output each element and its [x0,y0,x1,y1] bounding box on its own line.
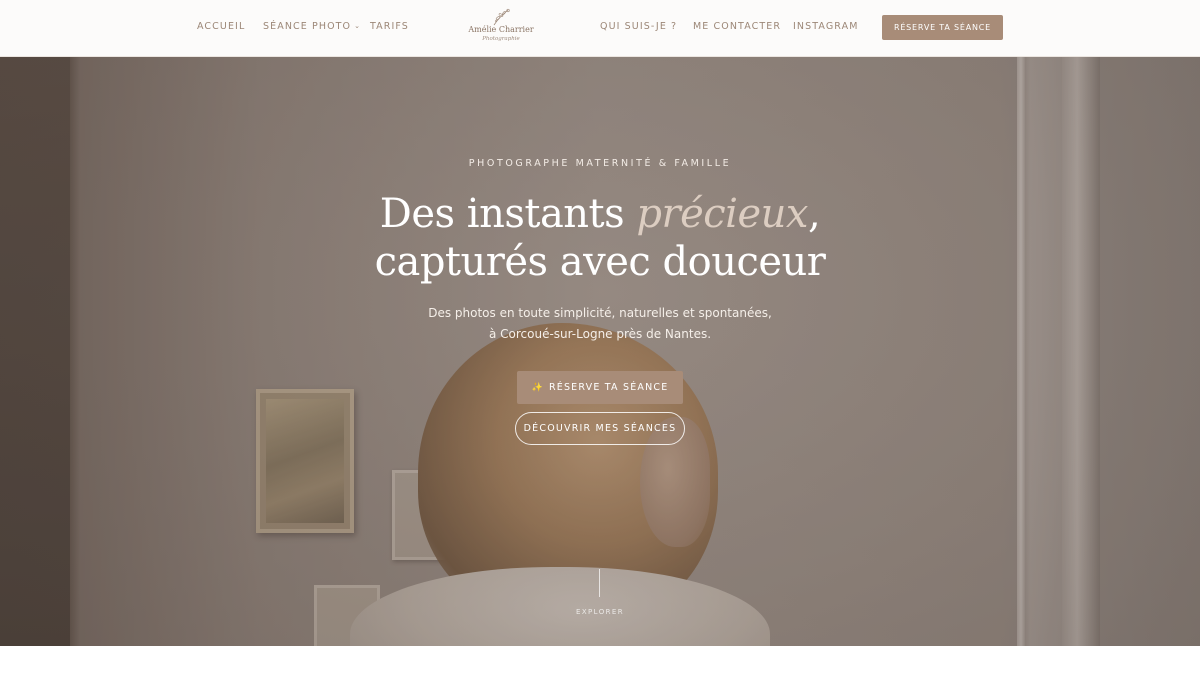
site-logo[interactable]: Amélie Charrier Photographie [466,8,536,50]
hero-headline-accent: précieux [636,191,808,237]
hero-headline: Des instants précieux, capturés avec dou… [0,190,1200,286]
scroll-indicator-line [599,569,600,597]
header-booking-button[interactable]: RÉSERVE TA SÉANCE [882,15,1003,40]
nav-tarifs[interactable]: TARIFS [370,21,409,32]
logo-name: Amélie Charrier [468,25,534,34]
hero-section: PHOTOGRAPHE MATERNITÉ & FAMILLE Des inst… [0,57,1200,646]
discover-sessions-button[interactable]: DÉCOUVRIR MES SÉANCES [515,412,685,445]
floral-branch-icon [493,8,510,26]
hero-subtext-line1: Des photos en toute simplicité, naturell… [428,306,772,320]
hero-eyebrow: PHOTOGRAPHE MATERNITÉ & FAMILLE [468,158,732,169]
hero-booking-button[interactable]: ✨ RÉSERVE TA SÉANCE [517,371,683,404]
nav-me-contacter[interactable]: ME CONTACTER [693,21,781,32]
hero-subtext-line2: à Corcoué-sur-Logne près de Nantes. [488,327,712,341]
chevron-down-icon: ⌄ [354,22,362,30]
hero-booking-label: RÉSERVE TA SÉANCE [548,382,669,393]
sparkle-icon: ✨ [531,383,544,393]
hero-headline-comma: , [807,191,821,237]
hero-overlay [0,57,1200,646]
nav-qui-suis-je[interactable]: QUI SUIS-JE ? [600,21,677,32]
nav-accueil[interactable]: ACCUEIL [197,21,245,32]
nav-seance-photo[interactable]: SÉANCE PHOTO ⌄ [263,21,361,32]
hero-headline-part1: Des instants [379,191,637,237]
logo-tagline: Photographie [482,36,520,42]
hero-subtext: Des photos en toute simplicité, naturell… [0,303,1200,345]
scroll-explore-link[interactable]: EXPLORER [0,608,1200,616]
hero-headline-line2: capturés avec douceur [374,239,826,285]
site-header: ACCUEIL SÉANCE PHOTO ⌄ TARIFS Amélie Char… [0,0,1200,57]
nav-instagram[interactable]: INSTAGRAM [793,21,859,32]
nav-seance-photo-label: SÉANCE PHOTO [263,21,352,32]
